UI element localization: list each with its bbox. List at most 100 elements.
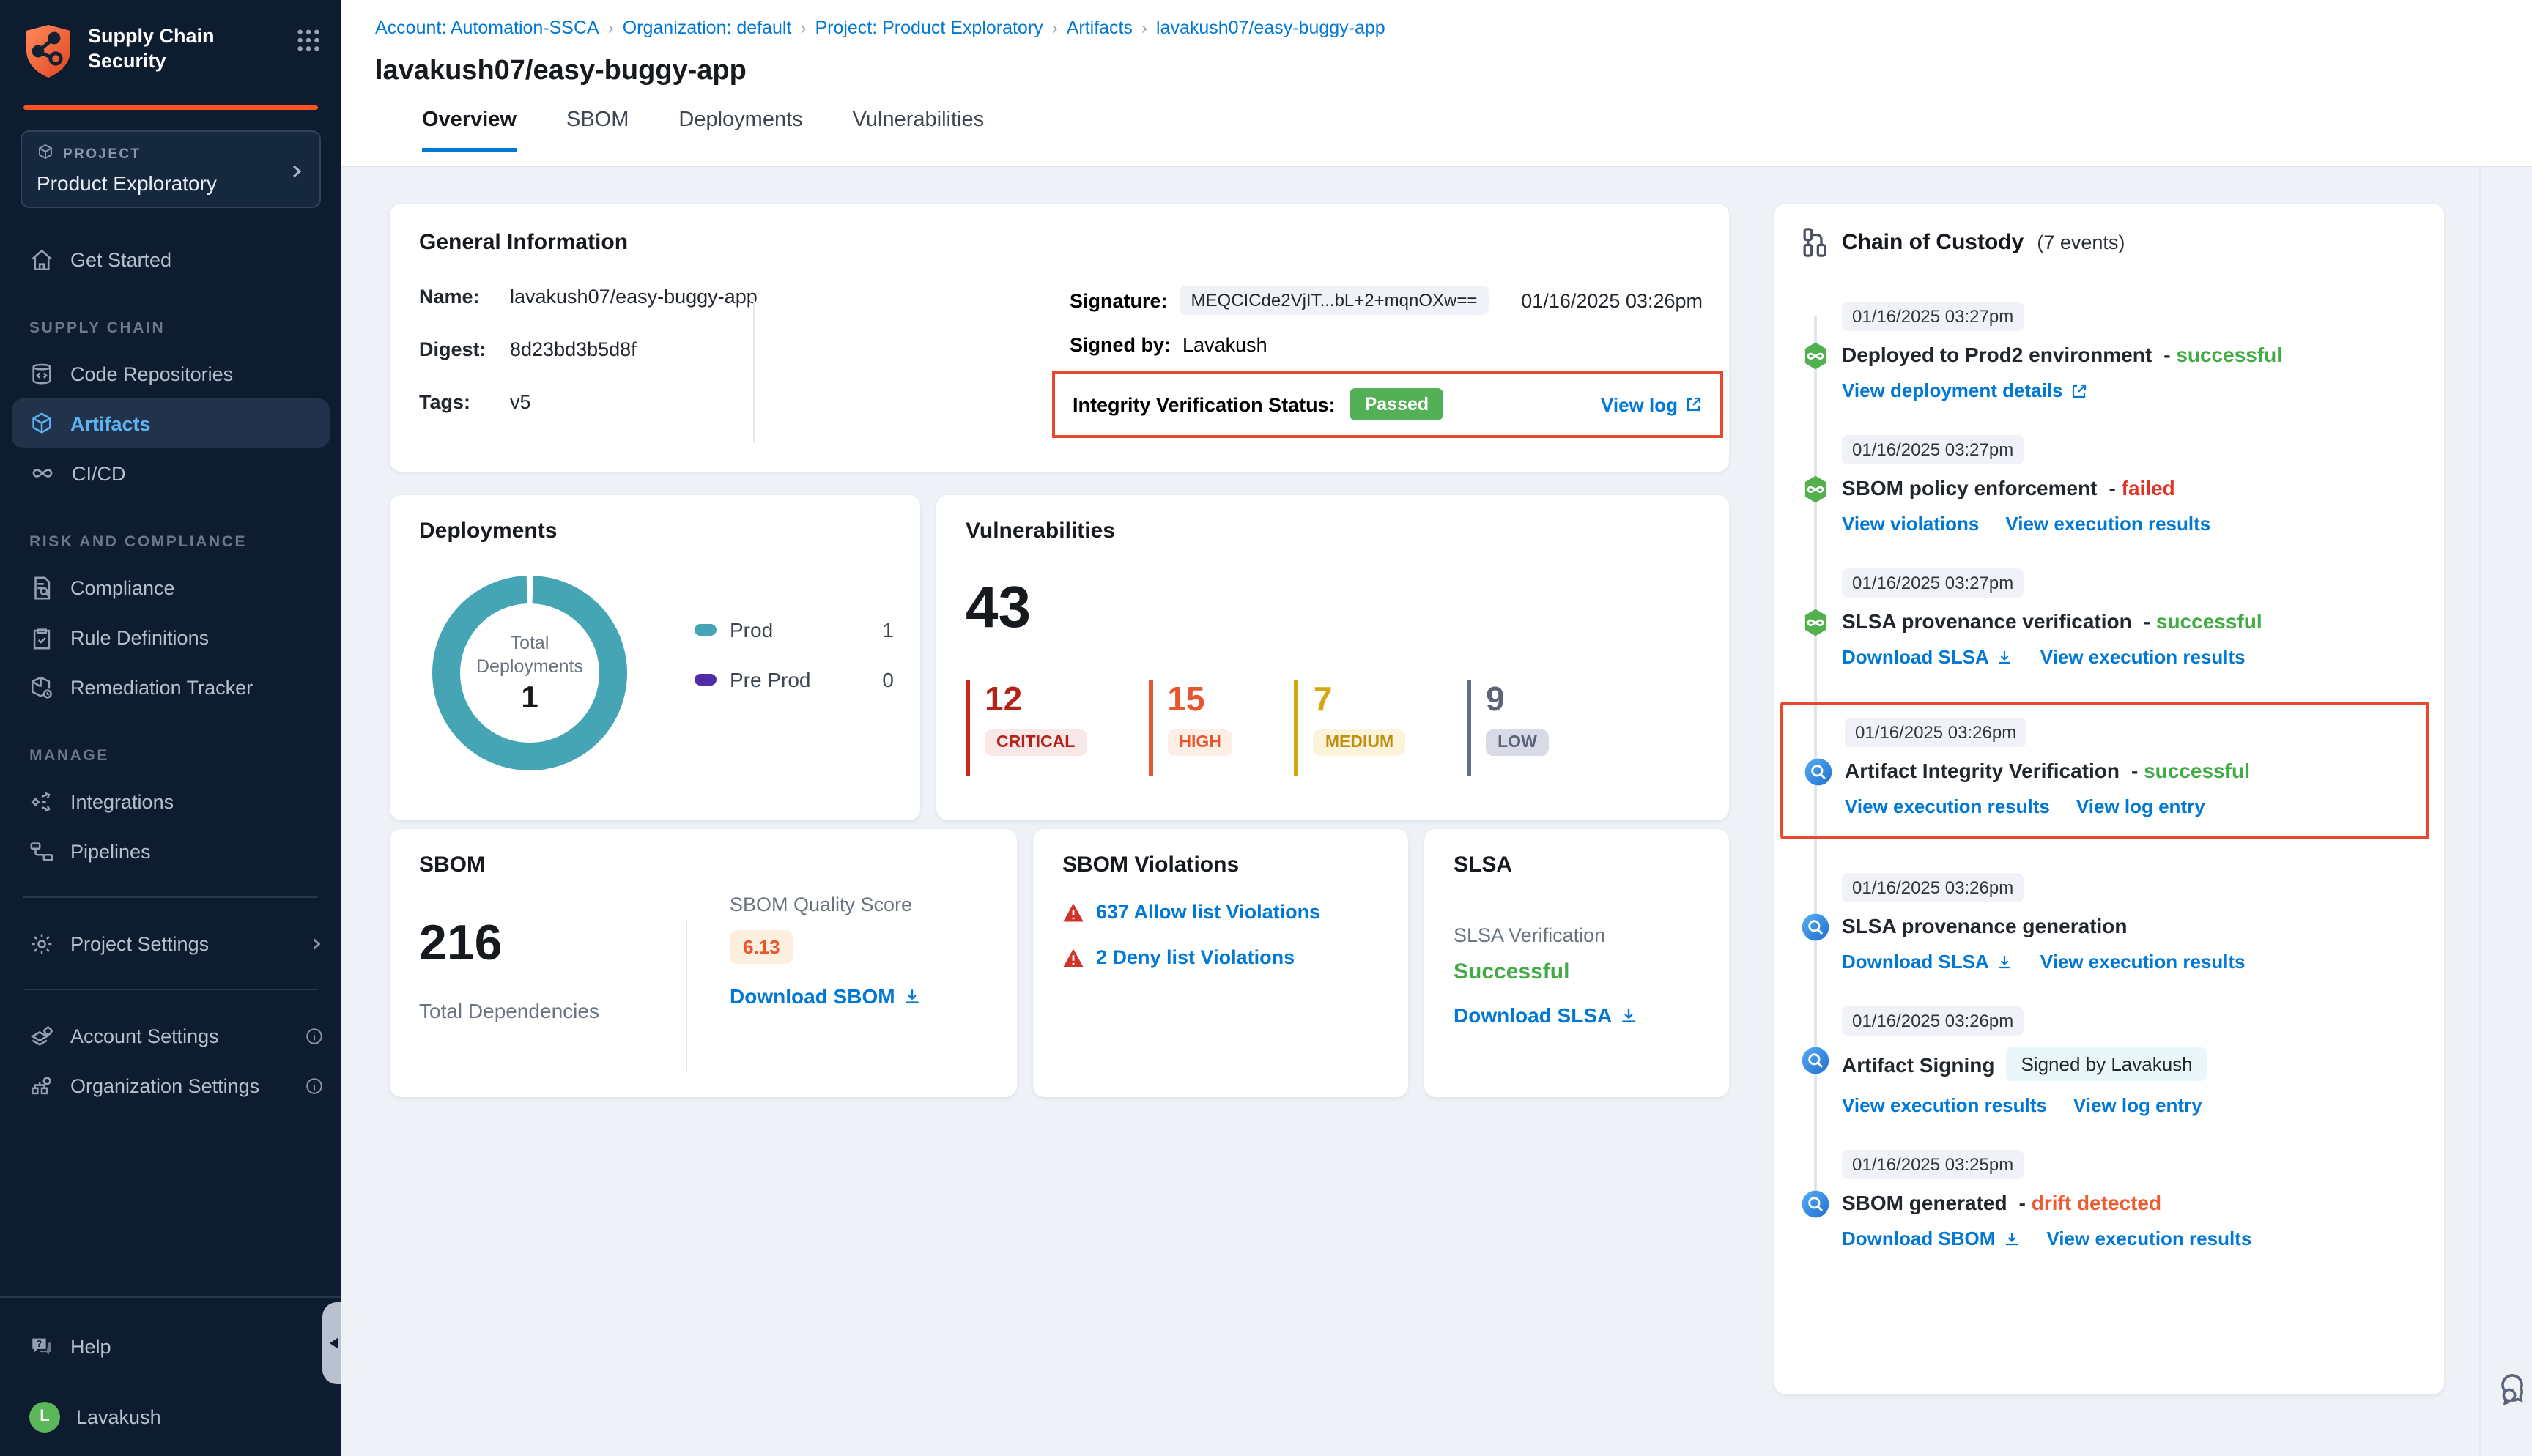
card-title: SLSA <box>1454 853 1700 877</box>
view-execution-results-link[interactable]: View execution results <box>2005 513 2210 535</box>
sidebar-item-compliance[interactable]: Compliance <box>0 562 341 612</box>
tab-sbom[interactable]: SBOM <box>566 108 629 152</box>
allow-list-violations-link[interactable]: 637 Allow list Violations <box>1096 901 1320 923</box>
sidebar-item-label: Get Started <box>70 248 171 270</box>
view-deployment-details-link[interactable]: View deployment details <box>1842 379 2088 401</box>
view-execution-results-link[interactable]: View execution results <box>1842 1094 2047 1116</box>
section-label-risk-compliance: RISK AND COMPLIANCE <box>29 533 341 551</box>
module-grid-icon[interactable] <box>296 28 321 60</box>
download-icon <box>2002 1230 2020 1247</box>
card-title: General Information <box>419 230 1700 255</box>
tab-bar: Overview SBOM Deployments Vulnerabilitie… <box>422 108 2532 152</box>
view-execution-results-link[interactable]: View execution results <box>2040 646 2246 668</box>
chevron-separator: › <box>800 18 806 38</box>
event-status: successful <box>2131 759 2250 782</box>
view-execution-results-link[interactable]: View execution results <box>2046 1227 2251 1249</box>
external-link-icon <box>2070 382 2088 399</box>
tab-vulnerabilities[interactable]: Vulnerabilities <box>853 108 984 152</box>
sidebar-item-account-settings[interactable]: Account Settings <box>0 1011 341 1061</box>
breadcrumb-artifacts[interactable]: Artifacts <box>1067 18 1133 38</box>
sidebar-item-artifacts[interactable]: Artifacts <box>12 398 330 448</box>
download-icon <box>1996 648 2014 666</box>
event-timestamp: 01/16/2025 03:27pm <box>1842 435 2024 464</box>
sidebar-item-code-repositories[interactable]: Code Repositories <box>0 349 341 398</box>
divider <box>2479 167 2481 1456</box>
support-chat-icon[interactable] <box>2498 1371 2532 1414</box>
sidebar-item-pipelines[interactable]: Pipelines <box>0 826 341 876</box>
chevron-separator: › <box>1141 18 1147 38</box>
custody-event: 01/16/2025 03:26pm Artifact SigningSigne… <box>1801 1006 2418 1116</box>
breadcrumb: Account: Automation-SSCA › Organization: … <box>375 18 2532 38</box>
info-icon[interactable] <box>305 1026 324 1045</box>
view-log-link[interactable]: View log <box>1601 393 1703 415</box>
slsa-verification-label: SLSA Verification <box>1454 924 1700 946</box>
chevron-separator: › <box>1052 18 1058 38</box>
user-menu[interactable]: L Lavakush <box>0 1392 341 1441</box>
allow-list-violations-row: 637 Allow list Violations <box>1062 901 1379 923</box>
view-execution-results-link[interactable]: View execution results <box>2040 951 2246 973</box>
breadcrumb-project[interactable]: Project: Product Exploratory <box>815 18 1043 38</box>
section-label-manage: MANAGE <box>29 747 341 765</box>
warning-icon <box>1062 947 1084 967</box>
card-title: Vulnerabilities <box>966 519 1700 543</box>
signature-value[interactable]: MEQCICde2VjIT...bL+2+mqnOXw== <box>1180 286 1489 315</box>
view-log-entry-link[interactable]: View log entry <box>2076 795 2205 817</box>
total-deployments-value: 1 <box>521 680 538 716</box>
breadcrumb-current[interactable]: lavakush07/easy-buggy-app <box>1156 18 1385 38</box>
event-title: Artifact Integrity Verification <box>1845 759 2120 782</box>
scan-step-icon <box>1801 1189 1830 1219</box>
info-icon[interactable] <box>305 1076 324 1095</box>
event-status: successful <box>2144 609 2262 633</box>
event-timestamp: 01/16/2025 03:25pm <box>1842 1150 2024 1179</box>
divider <box>686 920 687 1071</box>
avatar: L <box>29 1401 60 1432</box>
event-title: SBOM generated <box>1842 1191 2007 1214</box>
page-header: Account: Automation-SSCA › Organization: … <box>341 0 2532 167</box>
sidebar-item-remediation-tracker[interactable]: Remediation Tracker <box>0 662 341 712</box>
clipboard-check-icon <box>29 625 54 650</box>
sbom-quality-score-value: 6.13 <box>730 930 793 964</box>
sidebar-item-organization-settings[interactable]: Organization Settings <box>0 1061 341 1110</box>
sidebar-item-project-settings[interactable]: Project Settings <box>0 918 341 968</box>
custody-event: 01/16/2025 03:26pm SLSA provenance gener… <box>1801 873 2418 973</box>
view-execution-results-link[interactable]: View execution results <box>1845 795 2050 817</box>
tab-overview[interactable]: Overview <box>422 108 517 152</box>
event-status: failed <box>2109 476 2175 499</box>
download-slsa-link[interactable]: Download SLSA <box>1842 646 2014 668</box>
sidebar-item-get-started[interactable]: Get Started <box>0 234 341 284</box>
chevron-right-icon <box>287 161 305 187</box>
download-slsa-link[interactable]: Download SLSA <box>1454 1003 1638 1027</box>
sidebar-collapse-handle[interactable] <box>322 1302 341 1384</box>
sidebar-item-label: Pipelines <box>70 840 151 862</box>
download-slsa-link[interactable]: Download SLSA <box>1842 951 2014 973</box>
field-signed-by: Signed by: Lavakush <box>1070 334 1703 356</box>
view-violations-link[interactable]: View violations <box>1842 513 1979 535</box>
project-selector[interactable]: PROJECT Product Exploratory <box>21 130 321 208</box>
view-log-entry-link[interactable]: View log entry <box>2073 1094 2202 1116</box>
deployments-donut-chart: TotalDeployments 1 <box>431 574 629 772</box>
severity-medium: 7MEDIUM <box>1295 680 1405 776</box>
chevron-separator: › <box>608 18 614 38</box>
status-badge-passed: Passed <box>1350 388 1444 420</box>
custody-timeline: 01/16/2025 03:27pm Deployed to Prod2 env… <box>1801 302 2418 1249</box>
account-settings-icon <box>29 1023 54 1048</box>
sidebar-item-integrations[interactable]: Integrations <box>0 776 341 826</box>
event-timestamp: 01/16/2025 03:26pm <box>1845 718 2026 747</box>
sidebar-item-rule-definitions[interactable]: Rule Definitions <box>0 612 341 662</box>
tab-deployments[interactable]: Deployments <box>678 108 802 152</box>
download-sbom-link[interactable]: Download SBOM <box>1842 1227 2020 1249</box>
integrations-icon <box>29 789 54 814</box>
content-area: General Information Name:lavakush07/easy… <box>341 167 2532 1456</box>
breadcrumb-account[interactable]: Account: Automation-SSCA <box>375 18 599 38</box>
help-button[interactable]: ? Help <box>0 1321 341 1371</box>
deny-list-violations-link[interactable]: 2 Deny list Violations <box>1096 946 1295 968</box>
download-icon <box>1996 953 2014 970</box>
download-sbom-link[interactable]: Download SBOM <box>730 984 922 1008</box>
event-timestamp: 01/16/2025 03:26pm <box>1842 873 2024 902</box>
sidebar-item-cicd[interactable]: CI/CD <box>0 448 341 498</box>
legend-prod: Prod 1 <box>695 618 894 642</box>
event-timestamp: 01/16/2025 03:27pm <box>1842 302 2024 331</box>
breadcrumb-organization[interactable]: Organization: default <box>623 18 792 38</box>
organization-settings-icon <box>29 1073 54 1098</box>
external-link-icon <box>1685 395 1703 413</box>
